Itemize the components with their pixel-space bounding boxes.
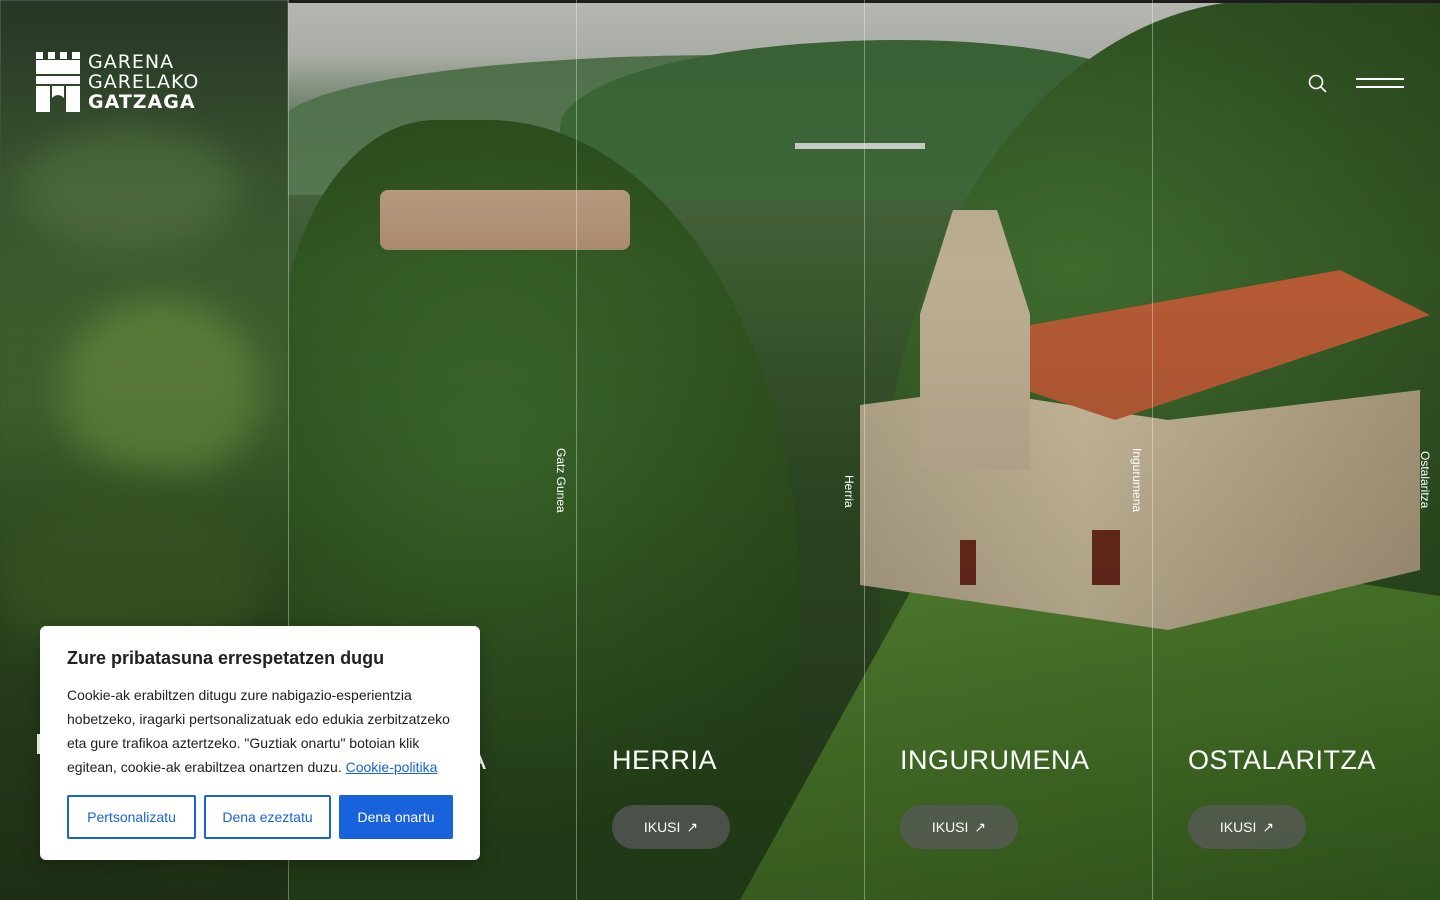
castle-logo-icon bbox=[36, 52, 80, 112]
logo-line-3: GATZAGA bbox=[88, 91, 196, 113]
search-button[interactable] bbox=[1306, 72, 1330, 96]
section-title-ostalaritza: OSTALARITZA bbox=[1188, 745, 1377, 775]
cookie-consent-dialog: Zure pribatasuna errespetatzen dugu Cook… bbox=[40, 626, 480, 860]
site-logo[interactable]: GARENA GARELAKO GATZAGA bbox=[36, 52, 199, 112]
ikusi-label: IKUSI bbox=[931, 819, 969, 835]
menu-button[interactable] bbox=[1356, 76, 1404, 90]
ikusi-button-ingurumena[interactable]: IKUSI ↗ bbox=[900, 805, 1018, 849]
section-title-herria: HERRIA bbox=[612, 745, 718, 775]
arrow-up-right-icon: ↗ bbox=[686, 818, 699, 835]
ikusi-button-herria[interactable]: IKUSI ↗ bbox=[612, 805, 730, 849]
vertical-tab-ostalaritza[interactable]: Ostalaritza bbox=[1411, 420, 1439, 540]
ikusi-button-ostalaritza[interactable]: IKUSI ↗ bbox=[1188, 805, 1306, 849]
arrow-up-right-icon: ↗ bbox=[974, 818, 987, 835]
cookie-policy-link[interactable]: Cookie-politika bbox=[346, 759, 438, 775]
ikusi-label: IKUSI bbox=[643, 819, 681, 835]
cookie-body: Cookie-ak erabiltzen ditugu zure nabigaz… bbox=[67, 683, 453, 779]
search-icon bbox=[1308, 74, 1327, 93]
logo-text: GARENA GARELAKO GATZAGA bbox=[88, 52, 199, 112]
section-title-ingurumena: INGURUMENA bbox=[900, 745, 1090, 775]
vertical-tab-gatz-gunea[interactable]: Gatz Gunea bbox=[547, 420, 575, 540]
logo-line-2: GARELAKO bbox=[88, 71, 200, 93]
customize-button[interactable]: Pertsonalizatu bbox=[67, 795, 196, 839]
vertical-tab-herria[interactable]: Herria bbox=[835, 456, 863, 526]
hamburger-menu-icon bbox=[1356, 78, 1404, 80]
accept-all-button[interactable]: Dena onartu bbox=[339, 795, 453, 839]
vertical-tab-ingurumena[interactable]: Ingurumena bbox=[1123, 420, 1151, 540]
cookie-title: Zure pribatasuna errespetatzen dugu bbox=[67, 648, 385, 668]
arrow-up-right-icon: ↗ bbox=[1262, 818, 1275, 835]
reject-all-button[interactable]: Dena ezeztatu bbox=[204, 795, 331, 839]
ikusi-label: IKUSI bbox=[1219, 819, 1257, 835]
logo-line-1: GARENA bbox=[88, 51, 175, 73]
